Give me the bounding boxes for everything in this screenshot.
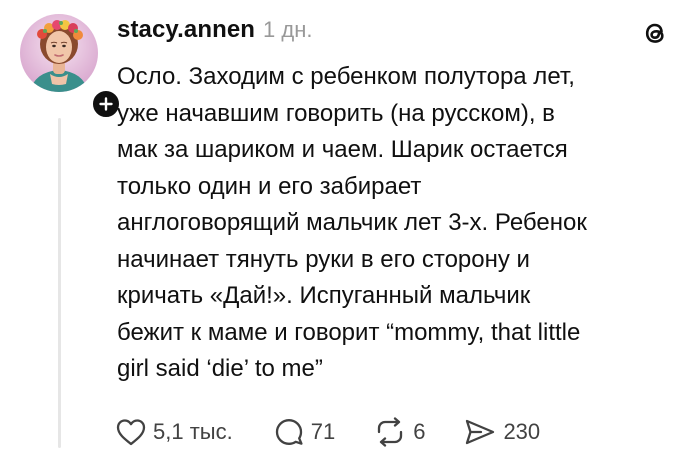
action-bar: 5,1 тыс. 71 6 230 [115, 414, 540, 450]
post-text-line: только один и его забирает [117, 172, 422, 200]
repost-arrows-icon [378, 417, 403, 447]
heart-icon [116, 419, 146, 446]
post-text-line: бежит к маме и говорит “mommy, that litt… [117, 318, 581, 346]
thread-line [58, 118, 61, 448]
avatar-container [20, 14, 122, 120]
threads-logo-icon[interactable] [640, 18, 670, 48]
post-text-line: girl said ‘die’ to me” [117, 355, 323, 382]
plus-icon [99, 97, 113, 111]
send-arrow-icon [466, 419, 495, 445]
reply-button[interactable]: 71 [273, 417, 335, 447]
post-text-line: уже начавшим говорить (на русском), в [117, 99, 555, 127]
repost-button[interactable]: 6 [373, 417, 425, 447]
share-count: 230 [503, 419, 541, 444]
post-text-line: англоговорящий мальчик лет 3-х. Ребенок [117, 209, 587, 236]
comment-bubble-icon [275, 419, 303, 445]
like-count: 5,1 тыс. [153, 419, 233, 444]
avatar[interactable] [20, 14, 98, 92]
threads-post: stacy.annen 1 дн. Осло. Заходим с ребенк… [0, 0, 700, 461]
post-text-line: кричать «Дай!». Испуганный мальчик [117, 282, 531, 309]
username[interactable]: stacy.annen [117, 16, 255, 44]
post-text-line: Осло. Заходим с ребенком полутора лет, [117, 63, 575, 90]
post-text-line: начинает тянуть руки в его сторону и [117, 245, 530, 273]
repost-count: 6 [413, 419, 426, 444]
post-header: stacy.annen 1 дн. [117, 16, 313, 44]
post-text-line: мак за шариком и чаем. Шарик остается [117, 136, 568, 163]
reply-count: 71 [310, 419, 336, 444]
share-button[interactable]: 230 [463, 417, 540, 447]
post-text: Осло. Заходим с ребенком полутора лет, у… [117, 59, 682, 388]
timestamp: 1 дн. [263, 17, 313, 42]
like-button[interactable]: 5,1 тыс. [115, 417, 233, 447]
